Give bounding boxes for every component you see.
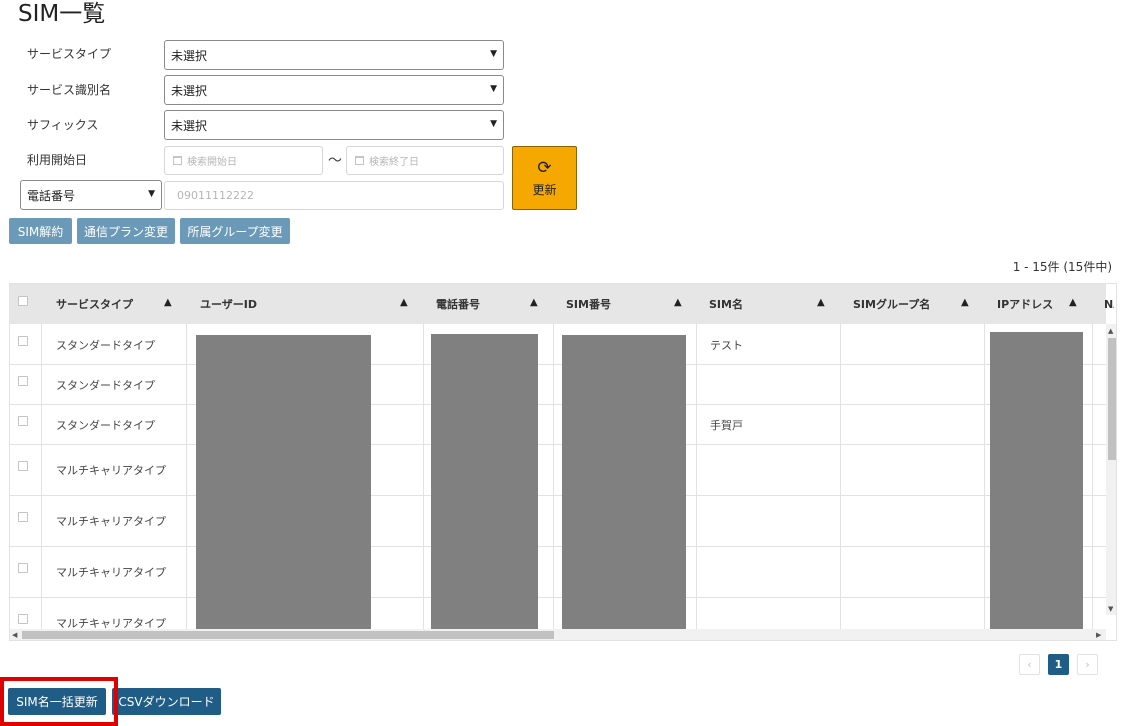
suffix-label: サフィックス (27, 118, 99, 132)
col-header-label: IPアドレス (997, 298, 1054, 311)
refresh-icon: ⟳ (537, 157, 552, 178)
col-header-label: 電話番号 (436, 298, 480, 311)
pagination-page-1[interactable]: 1 (1048, 654, 1069, 675)
scroll-left-icon[interactable]: ◀ (12, 631, 17, 639)
start-date-to-placeholder: 検索終了日 (369, 157, 419, 168)
chevron-down-icon: ▼ (490, 84, 497, 94)
start-date-label: 利用開始日 (27, 153, 88, 167)
plan-change-button[interactable]: 通信プラン変更 (77, 218, 175, 244)
scroll-down-icon[interactable]: ▼ (1108, 605, 1113, 613)
redacted-ip-address (990, 332, 1083, 629)
vertical-scrollbar[interactable]: ▲ ▼ (1106, 324, 1116, 615)
sort-asc-icon[interactable]: ▲ (674, 297, 682, 308)
sim-cancel-button[interactable]: SIM解約 (9, 218, 72, 244)
table-header: サービスタイプ ▲ ユーザーID ▲ 電話番号 ▲ SIM番号 ▲ SIM名 ▲… (10, 284, 1114, 324)
cell-sim-name: テスト (710, 339, 743, 352)
suffix-select[interactable]: 未選択 ▼ (164, 110, 504, 140)
col-header-phone[interactable]: 電話番号 ▲ (436, 284, 546, 324)
sort-asc-icon[interactable]: ▲ (961, 297, 969, 308)
refresh-button[interactable]: ⟳ 更新 (512, 146, 577, 210)
chevron-down-icon: ▼ (490, 119, 497, 129)
redacted-phone (431, 334, 538, 629)
row-checkbox[interactable] (18, 416, 28, 426)
csv-download-button[interactable]: CSVダウンロード (112, 688, 221, 715)
search-field-value: 電話番号 (27, 188, 76, 203)
sort-asc-icon[interactable]: ▲ (817, 297, 825, 308)
sim-table: サービスタイプ ▲ ユーザーID ▲ 電話番号 ▲ SIM番号 ▲ SIM名 ▲… (9, 283, 1117, 641)
sort-asc-icon[interactable]: ▲ (400, 297, 408, 308)
sort-asc-icon[interactable]: ▲ (530, 297, 538, 308)
pagination-next[interactable]: › (1077, 654, 1098, 675)
horizontal-scrollbar[interactable]: ◀ ▶ (10, 629, 1106, 640)
col-header-label: ユーザーID (200, 298, 258, 311)
col-header-label: SIMグループ名 (853, 298, 931, 311)
pagination-prev[interactable]: ‹ (1019, 654, 1040, 675)
calendar-icon (355, 156, 364, 165)
start-date-from-input[interactable]: 検索開始日 (164, 146, 323, 175)
col-header-label: NA (1104, 297, 1114, 311)
col-header-user-id[interactable]: ユーザーID ▲ (200, 284, 420, 324)
result-count: 1 - 15件 (15件中) (1012, 260, 1112, 274)
cell-service-type: スタンダードタイプ (56, 419, 155, 432)
select-all-checkbox[interactable] (18, 296, 28, 306)
sort-asc-icon[interactable]: ▲ (164, 297, 172, 308)
calendar-icon (173, 156, 182, 165)
scroll-up-icon[interactable]: ▲ (1108, 327, 1113, 335)
col-header-sim-number[interactable]: SIM番号 ▲ (566, 284, 696, 324)
cell-service-type: マルチキャリアタイプ (56, 464, 166, 477)
chevron-down-icon: ▼ (490, 49, 497, 59)
col-header-label: SIM名 (709, 298, 743, 311)
col-header-na[interactable]: NA (1104, 284, 1114, 324)
col-header-sim-group[interactable]: SIMグループ名 ▲ (853, 284, 983, 324)
cell-service-type: マルチキャリアタイプ (56, 566, 166, 579)
page-title: SIM一覧 (18, 1, 106, 27)
row-checkbox[interactable] (18, 336, 28, 346)
col-header-ip-address[interactable]: IPアドレス ▲ (997, 284, 1097, 324)
cell-sim-name: 手賀戸 (710, 419, 743, 432)
chevron-down-icon: ▼ (148, 189, 155, 199)
suffix-value: 未選択 (171, 118, 208, 133)
service-type-value: 未選択 (171, 48, 208, 63)
redacted-sim-number (562, 335, 686, 629)
row-checkbox[interactable] (18, 461, 28, 471)
search-text-placeholder: 09011112222 (177, 189, 254, 202)
service-id-name-value: 未選択 (171, 83, 208, 98)
cell-service-type: スタンダードタイプ (56, 339, 155, 352)
search-field-select[interactable]: 電話番号 ▼ (20, 180, 162, 210)
col-header-sim-name[interactable]: SIM名 ▲ (709, 284, 839, 324)
service-type-select[interactable]: 未選択 ▼ (164, 40, 504, 70)
date-range-separator: ～ (328, 153, 342, 169)
col-header-label: SIM番号 (566, 298, 611, 311)
row-checkbox[interactable] (18, 614, 28, 624)
col-header-label: サービスタイプ (56, 298, 133, 311)
redacted-user-id (196, 335, 371, 629)
horizontal-scroll-thumb[interactable] (22, 631, 554, 639)
service-id-name-select[interactable]: 未選択 ▼ (164, 75, 504, 105)
highlight-box (0, 677, 118, 726)
col-header-service-type[interactable]: サービスタイプ ▲ (56, 284, 186, 324)
row-checkbox[interactable] (18, 512, 28, 522)
group-change-button[interactable]: 所属グループ変更 (180, 218, 290, 244)
start-date-to-input[interactable]: 検索終了日 (346, 146, 504, 175)
row-checkbox[interactable] (18, 563, 28, 573)
service-id-name-label: サービス識別名 (27, 83, 112, 97)
row-checkbox[interactable] (18, 376, 28, 386)
search-text-input[interactable]: 09011112222 (164, 181, 504, 210)
scroll-right-icon[interactable]: ▶ (1096, 631, 1101, 639)
sort-asc-icon[interactable]: ▲ (1069, 297, 1077, 308)
cell-service-type: スタンダードタイプ (56, 379, 155, 392)
service-type-label: サービスタイプ (27, 47, 112, 61)
refresh-label: 更新 (532, 182, 557, 197)
start-date-from-placeholder: 検索開始日 (187, 157, 237, 168)
vertical-scroll-thumb[interactable] (1108, 338, 1116, 460)
cell-service-type: マルチキャリアタイプ (56, 515, 166, 528)
